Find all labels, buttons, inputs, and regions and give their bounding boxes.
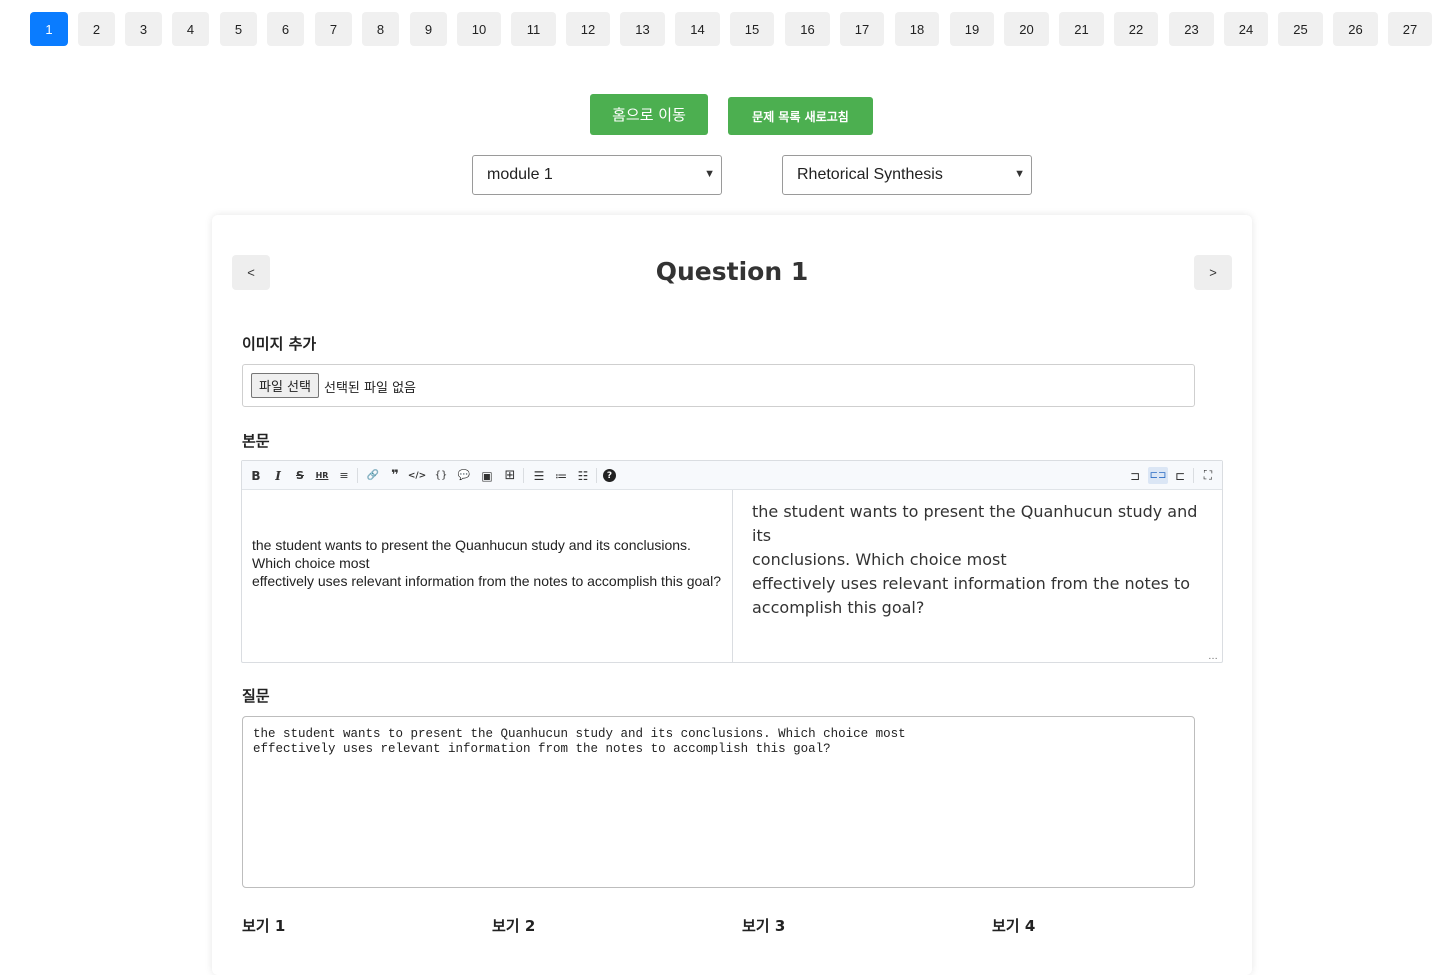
next-question-button[interactable]: > <box>1194 255 1232 290</box>
edit-only-icon[interactable]: ⊐ <box>1126 467 1144 484</box>
page-button-5[interactable]: 5 <box>220 12 257 46</box>
page-button-13[interactable]: 13 <box>620 12 665 46</box>
module-select-value: module 1 <box>487 166 553 183</box>
code-block-icon[interactable]: {} <box>432 467 450 484</box>
question-label: 질문 <box>242 687 270 705</box>
page-button-10[interactable]: 10 <box>457 12 501 46</box>
choice-label-2: 보기 2 <box>492 917 536 935</box>
question-title: Question 1 <box>655 257 809 286</box>
page-button-11[interactable]: 11 <box>511 12 556 46</box>
page-button-12[interactable]: 12 <box>566 12 610 46</box>
page-button-19[interactable]: 19 <box>950 12 994 46</box>
page-button-1[interactable]: 1 <box>30 12 68 46</box>
preview-line: effectively uses relevant information fr… <box>752 574 1191 593</box>
choose-file-button[interactable]: 파일 선택 <box>251 373 319 398</box>
table-icon[interactable]: ⊞ <box>501 467 519 484</box>
preview-only-icon[interactable]: ⊏ <box>1171 467 1189 484</box>
file-status: 선택된 파일 없음 <box>324 381 416 396</box>
page-button-22[interactable]: 22 <box>1114 12 1158 46</box>
comment-icon[interactable]: 💬 <box>455 467 473 484</box>
page-button-4[interactable]: 4 <box>172 12 209 46</box>
page-button-9[interactable]: 9 <box>410 12 447 46</box>
toolbar-divider <box>596 468 597 483</box>
checklist-icon[interactable]: ☷ <box>574 467 592 484</box>
module-select[interactable]: module 1 ▼ <box>472 155 722 195</box>
choice-label-3: 보기 3 <box>742 917 786 935</box>
question-textarea[interactable]: the student wants to present the Quanhuc… <box>242 716 1195 888</box>
chevron-down-icon: ▼ <box>1014 168 1025 180</box>
split-view-icon[interactable]: ⊏⊐ <box>1148 467 1168 484</box>
preview-line: accomplish this goal? <box>752 598 925 617</box>
markdown-editor: B I S HR ≡ 🔗 ❞ </> {} 💬 ▣ ⊞ ☰ ≔ ☷ ? ⊐ ⊏⊐… <box>241 460 1223 663</box>
unordered-list-icon[interactable]: ☰ <box>530 467 548 484</box>
strikethrough-icon[interactable]: S <box>291 467 309 484</box>
preview-line: conclusions. Which choice most <box>752 550 1007 569</box>
toolbar-divider <box>1193 468 1194 483</box>
page-button-6[interactable]: 6 <box>267 12 304 46</box>
page-button-23[interactable]: 23 <box>1169 12 1214 46</box>
toolbar-divider <box>357 468 358 483</box>
title-icon[interactable]: ≡ <box>335 467 353 484</box>
quote-icon[interactable]: ❞ <box>386 467 404 484</box>
page-button-15[interactable]: 15 <box>730 12 774 46</box>
page-button-25[interactable]: 25 <box>1278 12 1323 46</box>
resize-handle[interactable]: … <box>1208 651 1218 662</box>
help-icon[interactable]: ? <box>603 469 616 482</box>
page-button-8[interactable]: 8 <box>362 12 399 46</box>
image-upload-label: 이미지 추가 <box>242 335 317 353</box>
question-card: < Question 1 > 이미지 추가 파일 선택 선택된 파일 없음 본문… <box>212 215 1252 975</box>
image-file-input[interactable]: 파일 선택 선택된 파일 없음 <box>242 364 1195 407</box>
editor-preview-pane: the student wants to present the Quanhuc… <box>734 490 1222 662</box>
page-button-16[interactable]: 16 <box>785 12 830 46</box>
italic-icon[interactable]: I <box>269 467 287 484</box>
code-icon[interactable]: </> <box>408 467 426 484</box>
choice-label-4: 보기 4 <box>992 917 1036 935</box>
refresh-list-button[interactable]: 문제 목록 새로고침 <box>728 97 873 135</box>
image-icon[interactable]: ▣ <box>478 467 496 484</box>
link-icon[interactable]: 🔗 <box>364 467 382 484</box>
chevron-down-icon: ▼ <box>704 168 715 180</box>
page-button-27[interactable]: 27 <box>1388 12 1432 46</box>
preview-line: the student wants to present the Quanhuc… <box>752 502 1198 545</box>
source-line: effectively uses relevant information fr… <box>252 573 721 589</box>
question-type-select[interactable]: Rhetorical Synthesis ▼ <box>782 155 1032 195</box>
question-type-select-value: Rhetorical Synthesis <box>797 166 943 183</box>
ordered-list-icon[interactable]: ≔ <box>552 467 570 484</box>
page-button-18[interactable]: 18 <box>895 12 939 46</box>
page-button-7[interactable]: 7 <box>315 12 352 46</box>
source-line: the student wants to present the Quanhuc… <box>252 537 691 553</box>
body-label: 본문 <box>242 432 270 450</box>
page-button-3[interactable]: 3 <box>125 12 162 46</box>
home-button[interactable]: 홈으로 이동 <box>590 94 708 135</box>
page-button-14[interactable]: 14 <box>675 12 720 46</box>
choice-label-1: 보기 1 <box>242 917 286 935</box>
fullscreen-icon[interactable]: ⛶ <box>1199 467 1217 484</box>
page-button-26[interactable]: 26 <box>1333 12 1378 46</box>
bold-icon[interactable]: B <box>247 467 265 484</box>
hr-icon[interactable]: HR <box>313 467 331 484</box>
page-button-20[interactable]: 20 <box>1004 12 1049 46</box>
editor-source-pane[interactable]: the student wants to present the Quanhuc… <box>242 490 733 662</box>
page-button-24[interactable]: 24 <box>1224 12 1268 46</box>
editor-toolbar: B I S HR ≡ 🔗 ❞ </> {} 💬 ▣ ⊞ ☰ ≔ ☷ ? ⊐ ⊏⊐… <box>242 461 1222 490</box>
page-button-17[interactable]: 17 <box>840 12 884 46</box>
page-button-21[interactable]: 21 <box>1059 12 1104 46</box>
page-button-2[interactable]: 2 <box>78 12 115 46</box>
toolbar-divider <box>523 468 524 483</box>
source-line: Which choice most <box>252 555 370 571</box>
